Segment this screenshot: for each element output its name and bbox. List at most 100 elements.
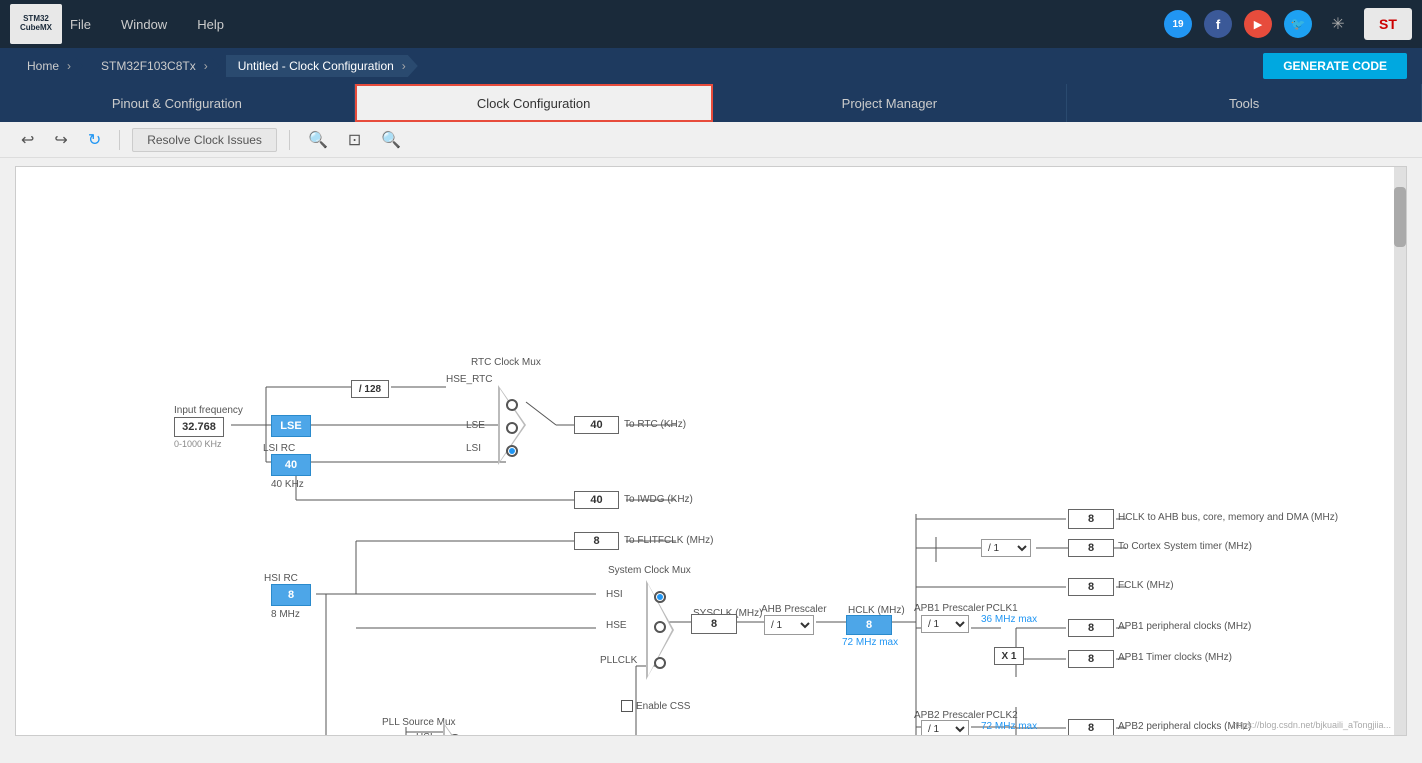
pclk1-label: PCLK1 <box>986 603 1018 614</box>
apb1-periph-box: 8 <box>1068 619 1114 637</box>
rtc-mux-radio-lsi[interactable] <box>506 445 518 457</box>
lsi-khz: 40 KHz <box>271 479 304 490</box>
sys-mux-radio-hse[interactable] <box>654 621 666 633</box>
network-icon[interactable]: ✳ <box>1324 10 1352 38</box>
toolbar: ↩ ↪ ↻ Resolve Clock Issues 🔍 ⊡ 🔍 <box>0 122 1422 158</box>
fclk-label: FCLK (MHz) <box>1118 580 1174 591</box>
lse-line-label: LSE <box>466 420 485 431</box>
input-freq-top-box[interactable]: 32.768 <box>174 417 224 437</box>
help-menu[interactable]: Help <box>197 17 224 32</box>
toolbar-separator <box>119 130 120 150</box>
apb1-x1-box: X 1 <box>994 647 1024 665</box>
tab-bar: Pinout & Configuration Clock Configurati… <box>0 84 1422 122</box>
generate-code-button[interactable]: GENERATE CODE <box>1263 53 1407 79</box>
lsi-box: 40 <box>271 454 311 476</box>
hse-rtc-label: HSE_RTC <box>446 374 493 385</box>
breadcrumb-home[interactable]: Home › <box>15 55 83 77</box>
sysclk-box: 8 <box>691 614 737 634</box>
enable-css-label: Enable CSS <box>636 701 690 712</box>
main-nav: File Window Help <box>70 17 224 32</box>
cortex-div-select[interactable]: / 1 <box>981 539 1031 557</box>
lsi-rc-label: LSI RC <box>263 443 295 454</box>
ahb-label: AHB Prescaler <box>761 604 827 615</box>
file-menu[interactable]: File <box>70 17 91 32</box>
hclk-ahb-dest-box: 8 <box>1068 509 1114 529</box>
logo-area: STM32CubeMX File Window Help <box>10 4 224 44</box>
diagram-area: Input frequency 32.768 0-1000 KHz LSE LS… <box>16 167 1406 735</box>
twitter-icon[interactable]: 🐦 <box>1284 10 1312 38</box>
rtc-mux-radio-hse[interactable] <box>506 399 518 411</box>
breadcrumb: Home › STM32F103C8Tx › Untitled - Clock … <box>15 55 420 77</box>
tab-tools[interactable]: Tools <box>1067 84 1422 122</box>
tab-pinout[interactable]: Pinout & Configuration <box>0 84 355 122</box>
apb2-periph-box: 8 <box>1068 719 1114 736</box>
apb2-periph-label: APB2 peripheral clocks (MHz) <box>1118 721 1251 732</box>
zoom-out-button[interactable]: 🔍 <box>375 126 407 154</box>
to-iwdg-label: To IWDG (KHz) <box>624 494 693 505</box>
to-iwdg-box: 40 <box>574 491 619 509</box>
watermark: https://blog.csdn.net/bjkuaili_aTongjiia… <box>1232 720 1391 730</box>
apb1-periph-label: APB1 peripheral clocks (MHz) <box>1118 621 1251 632</box>
lse-box: LSE <box>271 415 311 437</box>
div128-box: / 128 <box>351 380 389 398</box>
hsi-mux-label: HSI <box>606 589 623 600</box>
rtc-mux-radio-lse[interactable] <box>506 422 518 434</box>
diagram-lines <box>16 167 1406 735</box>
tab-clock[interactable]: Clock Configuration <box>355 84 713 122</box>
redo-button[interactable]: ↪ <box>48 126 73 154</box>
input-freq-top-range: 0-1000 KHz <box>174 439 222 449</box>
app-logo: STM32CubeMX <box>10 4 62 44</box>
input-freq-top-label: Input frequency <box>174 405 243 416</box>
scrollbar-right[interactable] <box>1394 167 1406 735</box>
zoom-in-button[interactable]: 🔍 <box>302 126 334 154</box>
sys-mux-radio-pll[interactable] <box>654 657 666 669</box>
version-icon: 19 <box>1164 10 1192 38</box>
pll-hsi-label: HSI <box>416 732 433 736</box>
window-menu[interactable]: Window <box>121 17 167 32</box>
scrollbar-thumb[interactable] <box>1394 187 1406 247</box>
refresh-button[interactable]: ↻ <box>82 126 107 154</box>
hclk-max-label: 72 MHz max <box>842 637 898 648</box>
breadcrumb-bar: Home › STM32F103C8Tx › Untitled - Clock … <box>0 48 1422 84</box>
toolbar-separator2 <box>289 130 290 150</box>
hclk-ahb-dest-label: HCLK to AHB bus, core, memory and DMA (M… <box>1118 512 1338 523</box>
sys-mux-radio-hsi[interactable] <box>654 591 666 603</box>
youtube-icon[interactable]: ▶ <box>1244 10 1272 38</box>
rtc-mux-label: RTC Clock Mux <box>471 357 541 368</box>
apb1-label: APB1 Prescaler <box>914 603 985 614</box>
hse-mux-label: HSE <box>606 620 627 631</box>
tab-project[interactable]: Project Manager <box>713 84 1068 122</box>
to-rtc-box: 40 <box>574 416 619 434</box>
to-cortex-label: To Cortex System timer (MHz) <box>1118 541 1252 552</box>
top-bar: STM32CubeMX File Window Help 19 f ▶ 🐦 ✳ … <box>0 0 1422 48</box>
apb2-prescaler-select[interactable]: / 1/ 2 <box>921 720 969 736</box>
st-logo: ST <box>1364 8 1412 40</box>
breadcrumb-current[interactable]: Untitled - Clock Configuration › <box>226 55 418 77</box>
resolve-clock-button[interactable]: Resolve Clock Issues <box>132 128 277 152</box>
pclk2-max: 72 MHz max <box>981 721 1037 732</box>
pllclk-mux-label: PLLCLK <box>600 655 637 666</box>
zoom-fit-button[interactable]: ⊡ <box>342 126 367 154</box>
pclk1-max: 36 MHz max <box>981 614 1037 625</box>
fclk-box: 8 <box>1068 578 1114 596</box>
hsi-mhz-label: 8 MHz <box>271 609 300 620</box>
lsi-line-label: LSI <box>466 443 481 454</box>
hsi-rc-label: HSI RC <box>264 573 298 584</box>
pclk2-label: PCLK2 <box>986 710 1018 721</box>
apb1-timer-label: APB1 Timer clocks (MHz) <box>1118 652 1232 663</box>
apb1-prescaler-select[interactable]: / 1/ 2 <box>921 615 969 633</box>
facebook-icon[interactable]: f <box>1204 10 1232 38</box>
hclk-box: 8 <box>846 615 892 635</box>
enable-css-checkbox[interactable] <box>621 700 633 712</box>
to-rtc-label: To RTC (KHz) <box>624 419 686 430</box>
breadcrumb-device[interactable]: STM32F103C8Tx › <box>89 55 220 77</box>
top-icons: 19 f ▶ 🐦 ✳ ST <box>1164 8 1412 40</box>
undo-button[interactable]: ↩ <box>15 126 40 154</box>
ahb-prescaler-select[interactable]: / 1/ 2/ 4 <box>764 615 814 635</box>
to-flit-label: To FLITFCLK (MHz) <box>624 535 713 546</box>
clock-diagram-canvas: Input frequency 32.768 0-1000 KHz LSE LS… <box>15 166 1407 736</box>
to-flit-box: 8 <box>574 532 619 550</box>
sys-mux-label: System Clock Mux <box>608 565 691 576</box>
apb1-timer-box: 8 <box>1068 650 1114 668</box>
hsi-box: 8 <box>271 584 311 606</box>
